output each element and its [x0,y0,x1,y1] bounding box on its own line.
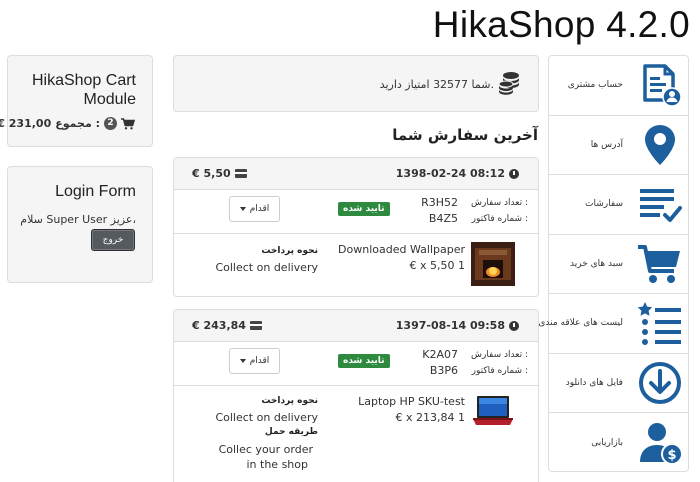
menu-item-account[interactable]: حساب مشتری [549,56,688,116]
login-module-title: Login Form [55,183,136,200]
shipping-method-value: Collec your order [218,443,313,456]
menu-item-label: فایل های دانلود [565,377,623,388]
product-price: 1 x 5,50 € [409,259,466,272]
wishlist-icon [637,302,681,346]
login-module: Login Form سلام Super User عزیز، خروج [7,166,153,283]
account-icon [643,64,682,107]
order-meta: تعداد سفارش : K2A07 شماره فاکتور : B3P6 … [174,342,538,386]
cart-count-badge: 2 [104,117,117,130]
chevron-down-icon [239,207,246,211]
svg-text:$: $ [667,448,676,463]
points-panel: شما 32577 امتیاز دارید. [173,55,539,112]
order-count-label: تعداد سفارش : [470,350,528,360]
invoice-label: شماره فاکتور : [471,214,528,224]
order-header[interactable]: € 243,84 1397-08-14 09:58 [174,310,538,342]
order-items: Laptop HP SKU-test 1 x 213,84 € نحوه پرد… [174,386,538,482]
menu-item-orders[interactable]: سفارشات [549,175,688,235]
order-count-value: K2A07 [422,348,458,361]
order-amount: € 243,84 [192,319,262,332]
clock-icon [509,168,519,179]
order-count-value: R3H52 [421,196,458,209]
coins-icon [498,72,519,95]
invoice-value: B4Z5 [428,212,458,225]
affiliate-icon: $ [640,422,683,465]
product-price: 1 x 213,84 € [395,411,466,424]
cart-icon [121,117,135,129]
order-date: 1398-02-24 08:12 [396,167,519,180]
order-meta: تعداد سفارش : R3H52 شماره فاکتور : B4Z5 … [174,190,538,234]
points-text: شما 32577 امتیاز دارید. [379,78,494,91]
chevron-down-icon [239,359,246,363]
cart-module-title: HikaShop Cart Module [31,72,136,108]
order-count-label: تعداد سفارش : [470,198,528,208]
menu-item-label: حساب مشتری [567,80,623,91]
status-badge: تایید شده [338,354,390,368]
order-card: € 5,50 1398-02-24 08:12 تعداد سفارش : R3… [173,157,539,297]
invoice-label: شماره فاکتور : [471,366,528,376]
cart-summary[interactable]: € 231,00 مجموع : 2 [0,117,135,130]
orders-section-title: آخرین سفارش شما [392,126,538,144]
cart-total: € 231,00 [0,117,52,130]
credit-card-icon [234,169,247,178]
order-amount: € 5,50 [192,167,247,180]
menu-item-affiliate[interactable]: $ بازاریابی [549,413,688,473]
payment-method-value: Collect on delivery [215,261,318,274]
site-title: HikaShop 4.2.0 [432,4,690,45]
shipping-method-label: طریقه حمل [264,427,318,437]
action-dropdown[interactable]: اقدام [229,348,280,374]
order-header[interactable]: € 5,50 1398-02-24 08:12 [174,158,538,190]
menu-item-carts[interactable]: سبد های خرید [549,235,688,294]
orders-list-icon [640,189,682,223]
status-badge: تایید شده [338,202,390,216]
payment-method-value: Collect on delivery [215,411,318,424]
order-date: 1397-08-14 09:58 [396,319,519,332]
menu-item-addresses[interactable]: آدرس ها [549,116,688,175]
cart-total-label: مجموع : [55,117,100,130]
account-menu: حساب مشتری آدرس ها سفارشات سبد های خرید [538,55,689,473]
product-name[interactable]: Downloaded Wallpaper [338,243,465,256]
product-thumbnail[interactable] [471,242,515,286]
logout-button[interactable]: خروج [91,229,135,251]
action-dropdown[interactable]: اقدام [229,196,280,222]
product-name[interactable]: Laptop HP SKU-test [358,395,465,408]
menu-item-label: لیست های علاقه مندی [538,318,623,329]
menu-item-label: بازاریابی [591,437,623,448]
menu-item-downloads[interactable]: فایل های دانلود [549,354,688,413]
download-icon [639,361,681,404]
shipping-method-value-2: in the shop [246,458,309,471]
clock-icon [509,320,519,331]
menu-item-label: آدرس ها [590,139,623,150]
menu-item-label: سفارشات [585,199,623,210]
credit-card-icon [249,321,262,330]
menu-item-label: سبد های خرید [570,258,623,269]
menu-item-wishlists[interactable]: لیست های علاقه مندی [538,294,688,354]
payment-method-label: نحوه پرداخت [261,396,318,406]
order-card: € 243,84 1397-08-14 09:58 تعداد سفارش : … [173,309,539,482]
product-thumbnail[interactable] [471,394,515,430]
cart-module: HikaShop Cart Module € 231,00 مجموع : 2 [0,55,153,147]
invoice-value: B3P6 [429,364,458,377]
payment-method-label: نحوه پرداخت [261,246,318,256]
user-greeting: سلام Super User عزیز، [20,213,136,226]
cart-icon [638,244,680,283]
location-pin-icon [645,124,675,165]
order-items: Downloaded Wallpaper 1 x 5,50 € نحوه پرد… [174,234,538,296]
